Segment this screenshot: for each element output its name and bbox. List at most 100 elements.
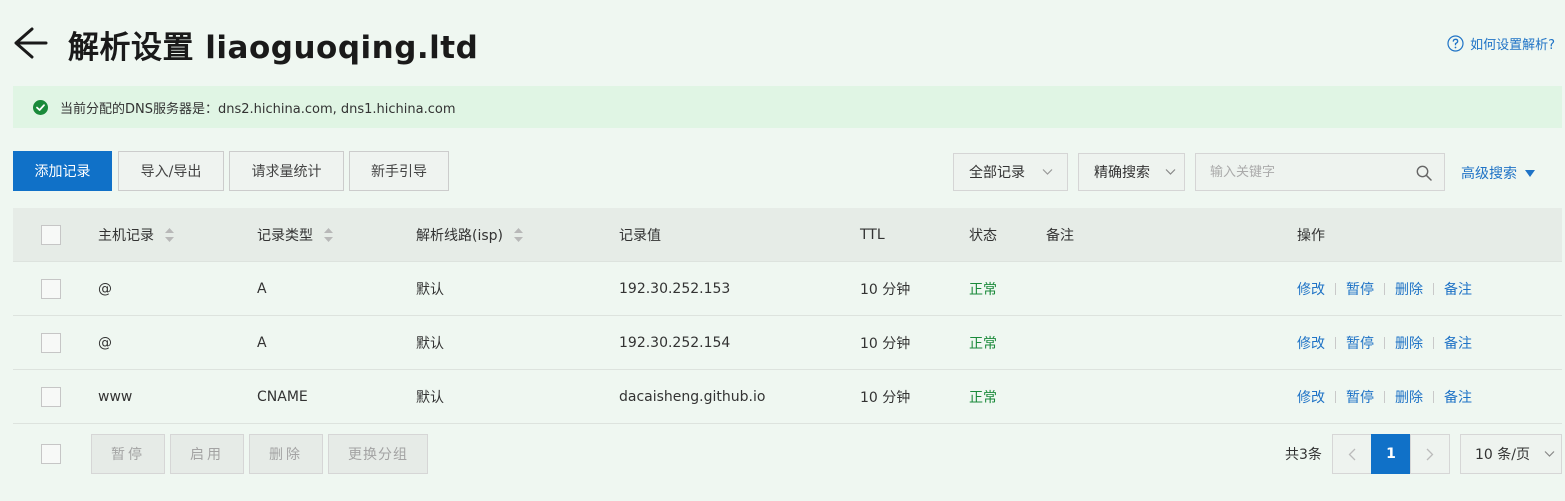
column-header-line: 解析线路(isp) xyxy=(416,208,524,261)
cell-value: 192.30.252.153 xyxy=(619,280,731,297)
chevron-down-icon xyxy=(1165,169,1176,175)
divider xyxy=(1433,390,1434,403)
search-mode-value: 精确搜索 xyxy=(1094,165,1150,181)
bulk-change-group-button[interactable]: 更换分组 xyxy=(328,434,428,474)
column-header-host-label: 主机记录 xyxy=(98,227,154,244)
column-header-line-label: 解析线路(isp) xyxy=(416,227,503,244)
row-actions: 修改 暂停 删除 备注 xyxy=(1297,370,1472,423)
question-circle-icon xyxy=(1447,35,1464,52)
chevron-left-icon xyxy=(1348,448,1356,460)
next-page-button[interactable] xyxy=(1410,434,1450,474)
page-header: 解析设置 liaoguoqing.ltd 如何设置解析? xyxy=(0,0,1565,86)
help-link[interactable]: 如何设置解析? xyxy=(1447,34,1555,53)
search-mode-select[interactable]: 精确搜索 xyxy=(1078,153,1185,191)
divider xyxy=(1384,390,1385,403)
delete-link[interactable]: 删除 xyxy=(1395,279,1423,299)
advanced-search-toggle[interactable]: 高级搜索 xyxy=(1461,163,1535,183)
bulk-delete-button[interactable]: 删除 xyxy=(249,434,323,474)
pause-link[interactable]: 暂停 xyxy=(1346,333,1374,353)
bulk-enable-button[interactable]: 启用 xyxy=(170,434,244,474)
cell-status: 正常 xyxy=(969,335,997,352)
cell-value: dacaisheng.github.io xyxy=(619,388,766,405)
search-icon[interactable] xyxy=(1416,165,1432,181)
remark-link[interactable]: 备注 xyxy=(1444,387,1472,407)
cell-host: www xyxy=(98,388,133,405)
column-header-ttl: TTL xyxy=(860,226,885,243)
chevron-down-icon xyxy=(1042,169,1053,175)
bulk-pause-button[interactable]: 暂停 xyxy=(91,434,165,474)
cell-line: 默认 xyxy=(416,281,444,298)
record-filter-value: 全部记录 xyxy=(969,165,1025,181)
delete-link[interactable]: 删除 xyxy=(1395,387,1423,407)
cell-type: CNAME xyxy=(257,388,308,405)
page-size-value: 10 条/页 xyxy=(1475,447,1530,463)
table-row: www CNAME 默认 dacaisheng.github.io 10 分钟 … xyxy=(13,370,1562,424)
sort-icon[interactable] xyxy=(323,227,334,242)
row-checkbox[interactable] xyxy=(41,279,61,299)
table-header-row: 主机记录 记录类型 解析线路(isp) 记录值 TTL 状态 备注 操作 xyxy=(13,208,1562,262)
divider xyxy=(1384,336,1385,349)
column-header-type: 记录类型 xyxy=(257,208,334,261)
cell-line: 默认 xyxy=(416,335,444,352)
divider xyxy=(1384,282,1385,295)
back-arrow-icon[interactable] xyxy=(12,26,48,60)
cell-host: @ xyxy=(98,334,112,351)
row-checkbox[interactable] xyxy=(41,333,61,353)
chevron-right-icon xyxy=(1426,448,1434,460)
table-footer: 暂停 启用 删除 更换分组 共3条 1 10 条/页 xyxy=(13,433,1562,475)
delete-link[interactable]: 删除 xyxy=(1395,333,1423,353)
select-all-checkbox[interactable] xyxy=(41,225,61,245)
prev-page-button[interactable] xyxy=(1332,434,1372,474)
add-record-button[interactable]: 添加记录 xyxy=(13,151,112,191)
divider xyxy=(1335,336,1336,349)
beginner-guide-button[interactable]: 新手引导 xyxy=(349,151,449,191)
edit-link[interactable]: 修改 xyxy=(1297,387,1325,407)
cell-value: 192.30.252.154 xyxy=(619,334,731,351)
cell-host: @ xyxy=(98,280,112,297)
edit-link[interactable]: 修改 xyxy=(1297,333,1325,353)
divider xyxy=(1335,390,1336,403)
column-header-value: 记录值 xyxy=(619,227,661,244)
check-circle-icon xyxy=(33,99,48,115)
column-header-status: 状态 xyxy=(969,227,997,244)
total-count: 共3条 xyxy=(1285,447,1322,463)
search-input[interactable] xyxy=(1196,154,1396,190)
table-row: @ A 默认 192.30.252.153 10 分钟 正常 修改 暂停 删除 … xyxy=(13,262,1562,316)
advanced-search-label: 高级搜索 xyxy=(1461,166,1517,182)
pause-link[interactable]: 暂停 xyxy=(1346,387,1374,407)
table-row: @ A 默认 192.30.252.154 10 分钟 正常 修改 暂停 删除 … xyxy=(13,316,1562,370)
help-link-label: 如何设置解析? xyxy=(1470,38,1555,53)
page-number-button[interactable]: 1 xyxy=(1371,434,1411,474)
row-checkbox[interactable] xyxy=(41,387,61,407)
import-export-button[interactable]: 导入/导出 xyxy=(118,151,224,191)
cell-status: 正常 xyxy=(969,281,997,298)
footer-select-all-checkbox[interactable] xyxy=(41,444,61,464)
cell-ttl: 10 分钟 xyxy=(860,389,911,406)
search-box xyxy=(1195,153,1445,191)
edit-link[interactable]: 修改 xyxy=(1297,279,1325,299)
sort-icon[interactable] xyxy=(164,227,175,242)
dns-notice-bar: 当前分配的DNS服务器是：dns2.hichina.com, dns1.hich… xyxy=(13,86,1562,128)
pause-link[interactable]: 暂停 xyxy=(1346,279,1374,299)
toolbar: 添加记录 导入/导出 请求量统计 新手引导 全部记录 精确搜索 高级搜索 xyxy=(13,151,1562,191)
divider xyxy=(1335,282,1336,295)
chevron-down-icon xyxy=(1544,451,1555,457)
remark-link[interactable]: 备注 xyxy=(1444,333,1472,353)
page-size-select[interactable]: 10 条/页 xyxy=(1460,434,1562,474)
dns-notice-text: 当前分配的DNS服务器是：dns2.hichina.com, dns1.hich… xyxy=(60,101,456,117)
sort-icon[interactable] xyxy=(513,227,524,242)
row-actions: 修改 暂停 删除 备注 xyxy=(1297,262,1472,315)
column-header-host: 主机记录 xyxy=(98,208,175,261)
cell-status: 正常 xyxy=(969,389,997,406)
column-header-remark: 备注 xyxy=(1046,227,1074,244)
page-title: 解析设置 liaoguoqing.ltd xyxy=(68,30,479,66)
caret-down-icon xyxy=(1525,169,1535,177)
divider xyxy=(1433,336,1434,349)
remark-link[interactable]: 备注 xyxy=(1444,279,1472,299)
request-stats-button[interactable]: 请求量统计 xyxy=(229,151,344,191)
column-header-type-label: 记录类型 xyxy=(257,227,313,244)
dns-records-table: 主机记录 记录类型 解析线路(isp) 记录值 TTL 状态 备注 操作 @ A… xyxy=(13,208,1562,424)
record-filter-select[interactable]: 全部记录 xyxy=(953,153,1068,191)
cell-type: A xyxy=(257,280,267,297)
cell-ttl: 10 分钟 xyxy=(860,335,911,352)
